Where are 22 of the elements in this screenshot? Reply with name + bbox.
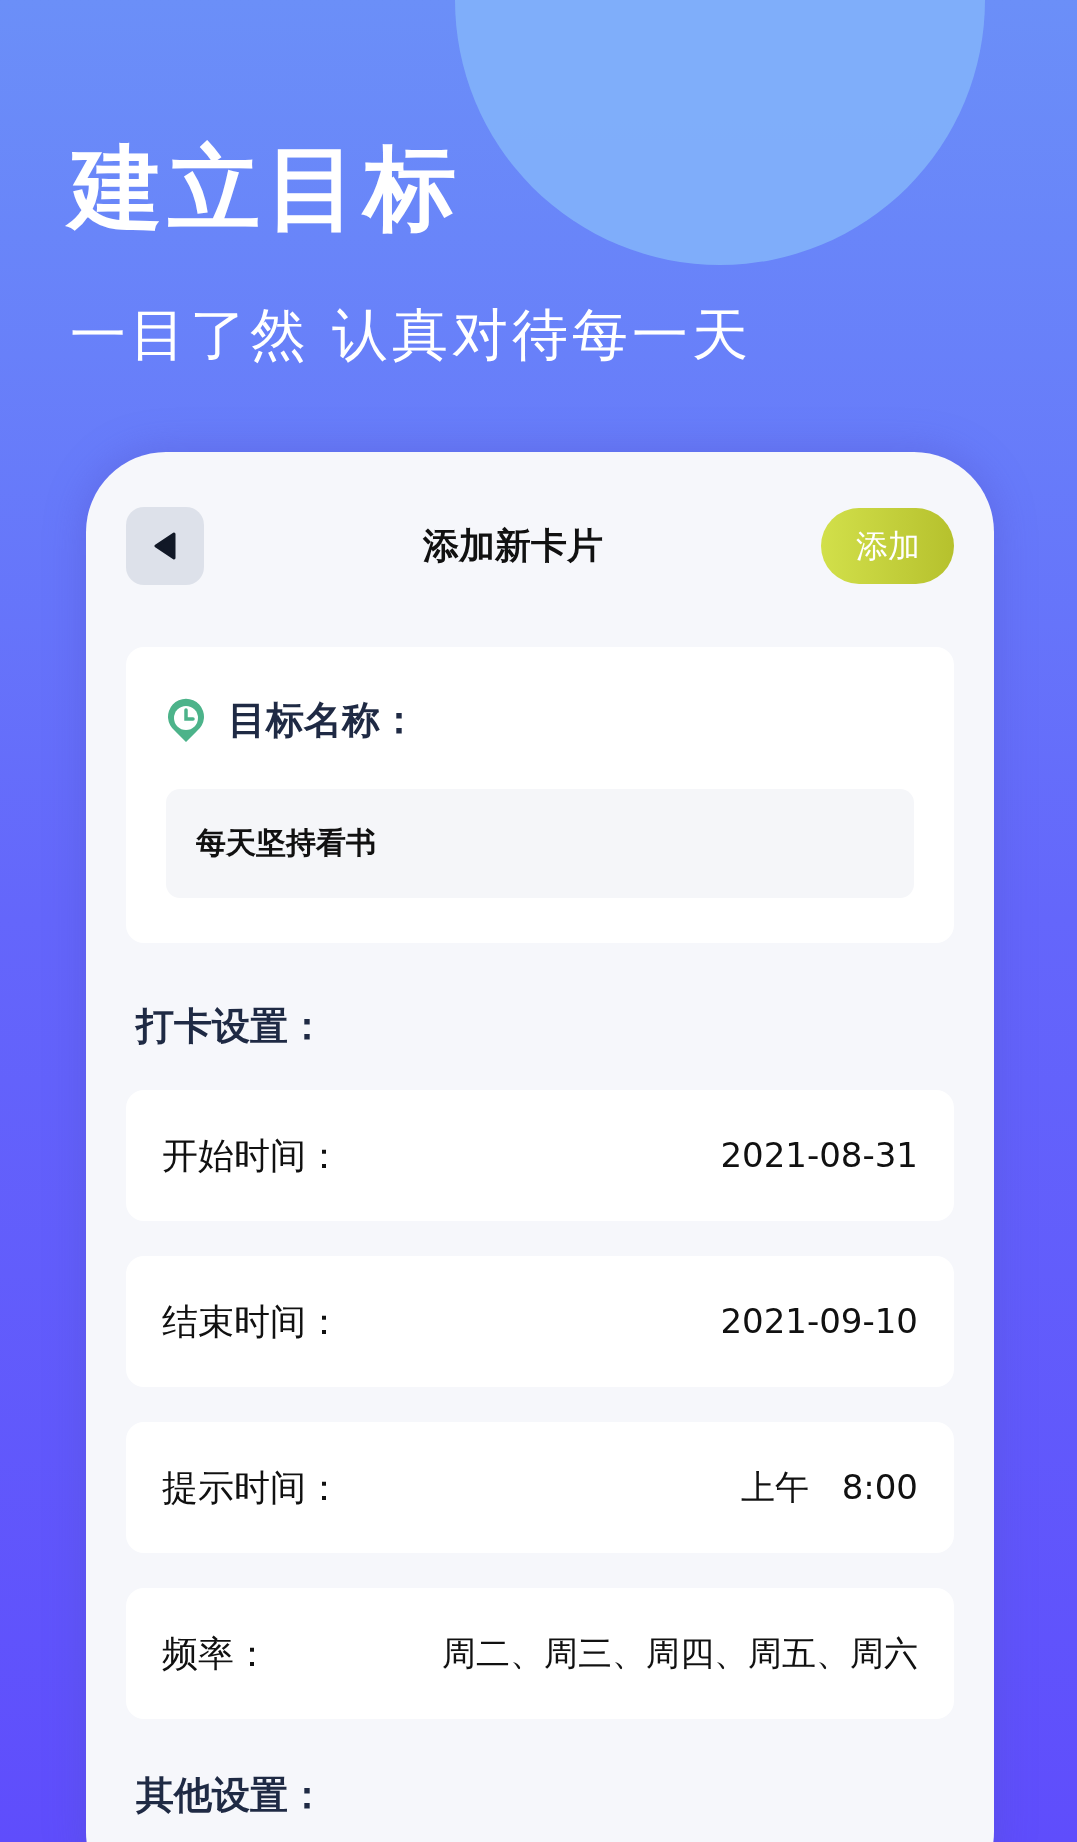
subtitle: 一目了然 认真对待每一天 <box>70 300 752 368</box>
setting-value: 2021-09-10 <box>720 1300 918 1343</box>
setting-label: 频率： <box>162 1631 270 1676</box>
setting-label: 结束时间： <box>162 1299 342 1344</box>
back-icon <box>154 532 176 560</box>
setting-row[interactable]: 提示时间： 上午 8:00 <box>126 1422 954 1553</box>
clock-pin-icon <box>166 697 206 744</box>
setting-value: 2021-08-31 <box>720 1134 918 1177</box>
goal-label: 目标名称： <box>228 697 418 744</box>
setting-label: 提示时间： <box>162 1465 342 1510</box>
goal-input-field[interactable]: 每天坚持看书 <box>166 789 914 898</box>
setting-row[interactable]: 结束时间： 2021-09-10 <box>126 1256 954 1387</box>
section-heading: 其他设置： <box>136 1772 327 1819</box>
setting-row[interactable]: 频率： 周二、周三、周四、周五、周六 <box>126 1588 954 1719</box>
headline: 建立目标 <box>60 125 472 253</box>
back-button[interactable] <box>126 507 204 585</box>
screen-title: 添加新卡片 <box>422 524 603 568</box>
setting-value: 周二、周三、周四、周五、周六 <box>442 1632 918 1675</box>
setting-value: 上午 8:00 <box>741 1466 918 1509</box>
section-heading: 打卡设置： <box>136 1003 327 1050</box>
setting-label: 开始时间： <box>162 1133 342 1178</box>
setting-row[interactable]: 开始时间： 2021-08-31 <box>126 1090 954 1221</box>
